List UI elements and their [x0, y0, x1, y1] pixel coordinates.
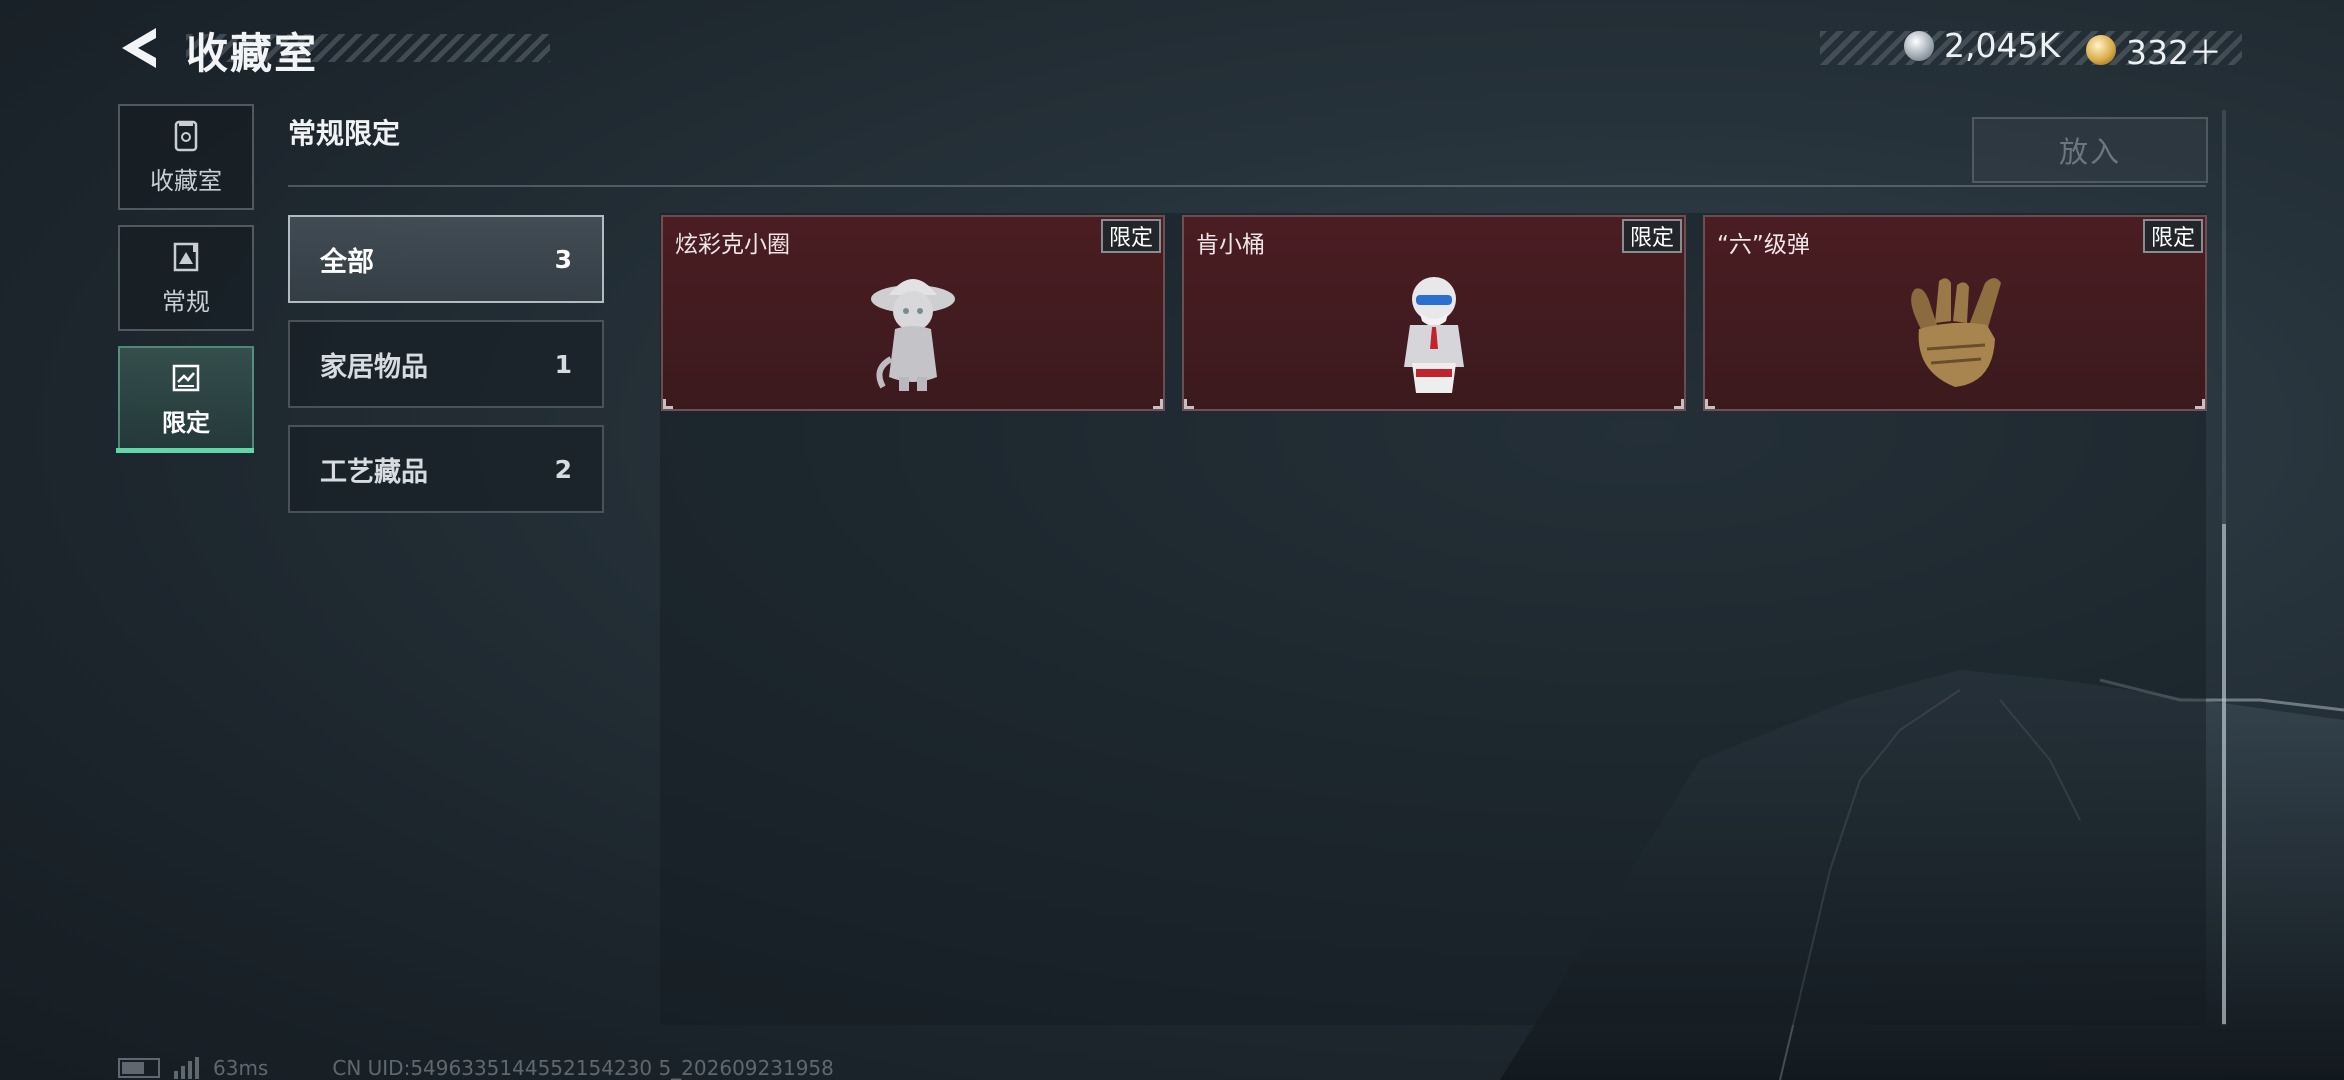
gold-coin-icon — [2086, 35, 2116, 65]
figurine-girl-icon — [871, 279, 955, 391]
nav-item-collection-room[interactable]: 收藏室 — [118, 104, 254, 210]
nav-item-limited[interactable]: 限定 — [118, 346, 254, 452]
collection-room-icon — [174, 120, 198, 151]
signal-icon — [174, 1057, 199, 1079]
gold-coin-value: 332＋ — [2126, 33, 2222, 72]
card-corner — [1705, 399, 1715, 409]
category-count: 2 — [554, 454, 572, 484]
scrollbar-thumb[interactable] — [2222, 524, 2226, 1024]
page-title: 收藏室 — [186, 29, 319, 78]
nav-label-collection-room: 收藏室 — [150, 166, 222, 195]
category-all[interactable]: 全部 3 — [288, 215, 604, 303]
limited-badge: 限定 — [1100, 219, 1161, 253]
nav-item-regular[interactable]: 常规 — [118, 225, 254, 331]
user-uid: CN UID:5496335144552154230 5_20260923195… — [332, 1056, 834, 1080]
currency-silver[interactable]: 2,045K — [1904, 26, 2060, 65]
section-divider — [288, 185, 2206, 187]
regular-icon — [173, 242, 199, 271]
category-count: 1 — [554, 349, 572, 379]
limited-badge: 限定 — [1621, 219, 1682, 253]
item-card[interactable]: 肯小桶 限定 — [1182, 215, 1686, 411]
card-corner — [663, 399, 673, 409]
category-name: 家居物品 — [320, 351, 428, 383]
category-name: 工艺藏品 — [320, 456, 428, 488]
status-footer: 63ms CN UID:5496335144552154230 5_202609… — [118, 1056, 834, 1080]
silver-coin-icon — [1904, 30, 1934, 61]
item-name: 炫彩克小圈 — [675, 232, 790, 258]
item-name: 肯小桶 — [1196, 232, 1265, 258]
category-household[interactable]: 家居物品 1 — [288, 320, 604, 408]
card-corner — [1184, 399, 1194, 409]
item-card[interactable]: “六”级弹 限定 — [1703, 215, 2207, 411]
limited-badge: 限定 — [2142, 219, 2203, 253]
card-corner — [2195, 399, 2205, 409]
section-title: 常规限定 — [288, 117, 401, 150]
item-name: “六”级弹 — [1717, 232, 1810, 258]
battery-icon — [118, 1058, 160, 1078]
card-corner — [1153, 399, 1163, 409]
ping-value: 63ms — [213, 1056, 269, 1080]
put-in-button[interactable]: 放入 — [1972, 117, 2208, 183]
category-crafts[interactable]: 工艺藏品 2 — [288, 425, 604, 513]
figurine-colonel-icon — [1404, 277, 1464, 393]
nav-active-indicator — [116, 448, 254, 453]
nav-label-limited: 限定 — [162, 408, 210, 437]
card-corner — [1674, 399, 1684, 409]
category-name: 全部 — [320, 246, 374, 278]
silver-coin-value: 2,045K — [1944, 26, 2061, 65]
limited-icon — [172, 364, 200, 391]
category-count: 3 — [554, 244, 572, 274]
back-arrow-icon[interactable] — [116, 24, 164, 72]
hand-sculpture-icon — [1911, 278, 2001, 387]
item-card[interactable]: 炫彩克小圈 限定 — [661, 215, 1165, 411]
nav-label-regular: 常规 — [162, 287, 210, 316]
currency-gold[interactable]: 332＋ — [2086, 26, 2222, 74]
